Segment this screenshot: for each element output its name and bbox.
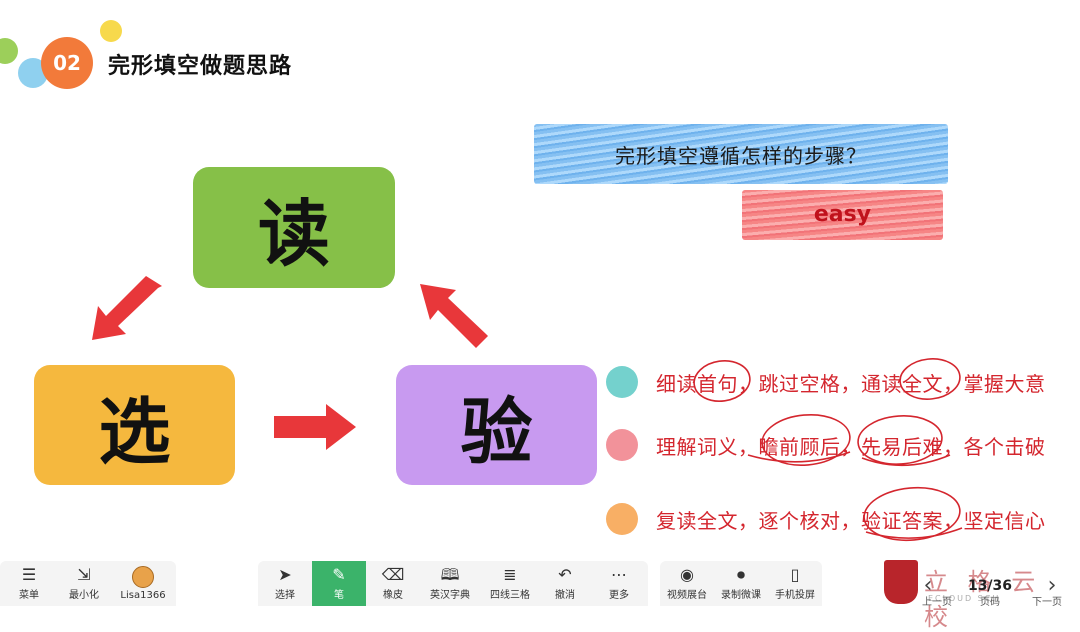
undo-label: 撤消 xyxy=(555,590,575,601)
dictionary-button[interactable]: 🕮 英汉字典 xyxy=(420,561,480,606)
pen-icon: ✎ xyxy=(332,565,346,584)
phone-cast-label: 手机投屏 xyxy=(775,590,815,601)
step-text: 复读全文，逐个核对，验证答案，坚定信心 xyxy=(656,508,1046,533)
arrow-verify-to-read xyxy=(420,284,488,348)
minimize-button[interactable]: ⇲ 最小化 xyxy=(58,561,110,606)
record-lesson-button[interactable]: ⏺ 录制微课 xyxy=(714,561,768,606)
step-item: 细读首句，跳过空格，通读全文，掌握大意 xyxy=(606,365,1046,399)
question-text: 完形填空遵循怎样的步骤？ xyxy=(615,144,867,168)
four-lines-button[interactable]: ≣ 四线三格 xyxy=(480,561,540,606)
grid-lines-icon: ≣ xyxy=(503,565,517,584)
page-counter: 13/36 xyxy=(967,577,1013,594)
school-logo xyxy=(884,560,918,604)
dictionary-label: 英汉字典 xyxy=(430,590,470,601)
eraser-tool-button[interactable]: ⌫ 橡皮 xyxy=(366,561,420,606)
step-text: 细读首句，跳过空格，通读全文，掌握大意 xyxy=(656,371,1046,396)
level-banner: easy xyxy=(742,190,943,240)
avatar xyxy=(132,566,154,588)
eraser-tool-label: 橡皮 xyxy=(383,590,403,601)
phone-icon: ▯ xyxy=(790,565,800,584)
minimize-label: 最小化 xyxy=(69,590,99,601)
menu-label: 菜单 xyxy=(19,590,39,601)
minimize-icon: ⇲ xyxy=(77,565,91,584)
video-booth-label: 视频展台 xyxy=(667,590,707,601)
dictionary-icon: 🕮 xyxy=(440,565,460,584)
step-text: 理解词义，瞻前顾后，先易后难，各个击破 xyxy=(656,434,1046,459)
more-button[interactable]: ⋯ 更多 xyxy=(590,561,648,606)
undo-button[interactable]: ↶ 撤消 xyxy=(540,561,590,606)
choose-box: 选 xyxy=(34,365,235,485)
toolbar-media: ◉ 视频展台 ⏺ 录制微课 ▯ 手机投屏 xyxy=(660,561,822,606)
step-bullet-pink xyxy=(606,429,638,461)
step-bullet-orange xyxy=(606,503,638,535)
select-tool-button[interactable]: ➤ 选择 xyxy=(258,561,312,606)
slide-title: 完形填空做题思路 xyxy=(108,54,293,79)
record-lesson-label: 录制微课 xyxy=(721,590,761,601)
menu-button[interactable]: ☰ 菜单 xyxy=(0,561,58,606)
toolbar-tools: ➤ 选择 ✎ 笔 ⌫ 橡皮 🕮 英汉字典 ≣ 四线三格 ↶ 撤消 ⋯ 更多 xyxy=(258,561,648,606)
user-profile-button[interactable]: Lisa1366 xyxy=(110,561,176,606)
arrow-read-to-choose xyxy=(92,276,162,340)
decor-dot-green xyxy=(0,38,18,64)
phone-cast-button[interactable]: ▯ 手机投屏 xyxy=(768,561,822,606)
video-booth-button[interactable]: ◉ 视频展台 xyxy=(660,561,714,606)
pen-tool-label: 笔 xyxy=(334,590,344,601)
read-box: 读 xyxy=(193,167,395,288)
toolbar-left: ☰ 菜单 ⇲ 最小化 Lisa1366 xyxy=(0,561,176,606)
four-lines-label: 四线三格 xyxy=(490,590,530,601)
menu-icon: ☰ xyxy=(21,565,37,584)
select-tool-label: 选择 xyxy=(275,590,295,601)
decor-dot-yellow xyxy=(100,20,122,42)
question-banner: 完形填空遵循怎样的步骤？ xyxy=(534,124,948,184)
pen-tool-button[interactable]: ✎ 笔 xyxy=(312,561,366,606)
step-bullet-teal xyxy=(606,366,638,398)
record-icon: ⏺ xyxy=(736,565,745,584)
cursor-icon: ➤ xyxy=(278,565,292,584)
camera-icon: ◉ xyxy=(680,565,694,584)
level-text: easy xyxy=(813,202,872,227)
arrow-choose-to-verify xyxy=(274,404,356,450)
verify-box: 验 xyxy=(396,365,597,485)
username-label: Lisa1366 xyxy=(120,590,166,601)
section-number-badge: 02 xyxy=(41,37,93,89)
step-item: 复读全文，逐个核对，验证答案，坚定信心 xyxy=(606,502,1046,536)
step-item: 理解词义，瞻前顾后，先易后难，各个击破 xyxy=(606,428,1046,462)
more-icon: ⋯ xyxy=(611,565,627,584)
undo-icon: ↶ xyxy=(558,565,572,584)
eraser-icon: ⌫ xyxy=(381,565,405,584)
more-label: 更多 xyxy=(609,590,629,601)
